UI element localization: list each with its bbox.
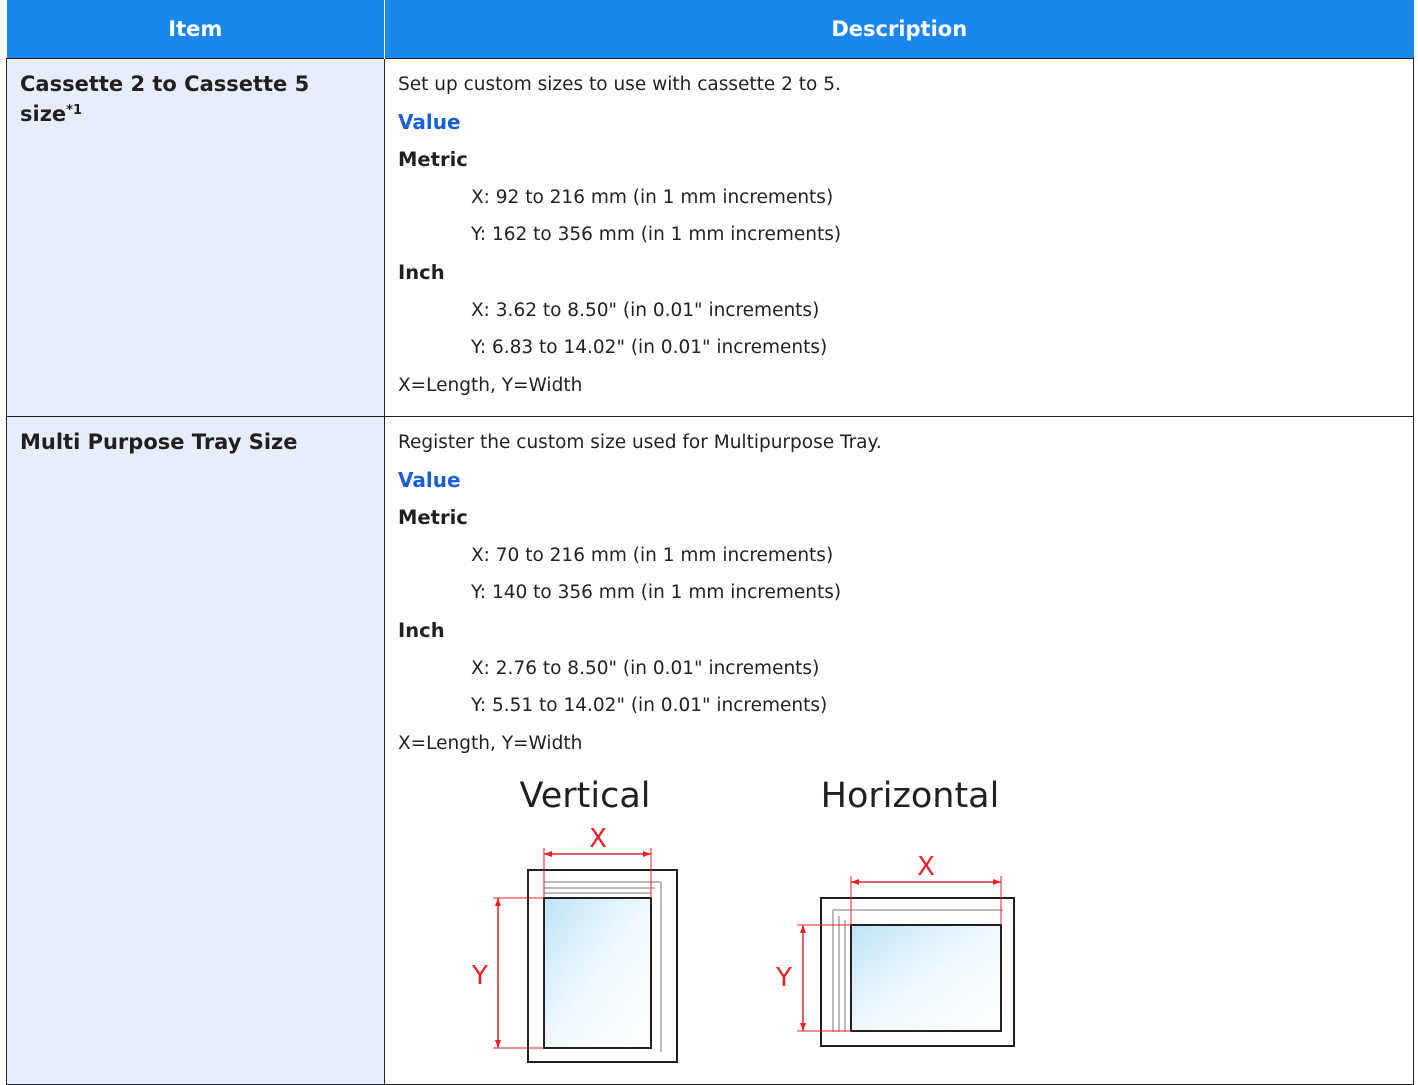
description-cell: Register the custom size used for Multip… <box>384 416 1414 1085</box>
arrowhead <box>643 851 651 858</box>
horizontal-diagram: Horizontal X Y <box>775 776 1015 1048</box>
metric-x-range: X: 92 to 216 mm (in 1 mm increments) <box>471 186 834 208</box>
value-heading: Value <box>398 109 461 134</box>
description-text: Register the custom size used for Multip… <box>398 432 882 453</box>
arrowhead <box>800 1023 806 1032</box>
vertical-diagram: Vertical X Y <box>471 776 678 1064</box>
item-label: Multi Purpose Tray Size <box>7 417 384 455</box>
page: Item Description Cassette 2 to Cassette … <box>6 0 1414 1085</box>
inch-y-range: Y: 6.83 to 14.02" (in 0.01" increments) <box>471 337 828 359</box>
footnote-marker: *1 <box>66 103 83 118</box>
item-name: Cassette 2 to Cassette 5 size <box>20 72 310 126</box>
horizontal-y-label: Y <box>775 963 792 993</box>
arrowhead <box>993 879 1001 886</box>
horizontal-x-label: X <box>917 852 935 882</box>
axis-note: X=Length, Y=Width <box>398 732 583 754</box>
horizontal-label: Horizontal <box>821 776 1000 816</box>
table-row-cassette-size: Cassette 2 to Cassette 5 size*1 Set up c… <box>6 58 1414 417</box>
vertical-y-label: Y <box>471 961 488 991</box>
metric-heading: Metric <box>398 148 468 172</box>
description-cell: Set up custom sizes to use with cassette… <box>384 58 1414 417</box>
vertical-paper <box>543 897 652 1050</box>
table-row-mp-tray-size: Multi Purpose Tray Size Register the cus… <box>6 416 1414 1085</box>
inch-x-range: X: 3.62 to 8.50" (in 0.01" increments) <box>471 299 820 321</box>
horizontal-paper <box>850 924 1002 1033</box>
metric-y-range: Y: 162 to 356 mm (in 1 mm increments) <box>471 224 842 246</box>
vertical-x-label: X <box>589 824 607 854</box>
item-cell: Multi Purpose Tray Size <box>6 416 385 1085</box>
paper-orientation-diagram: Vertical X Y Horizontal X Y <box>385 762 1413 1082</box>
item-cell: Cassette 2 to Cassette 5 size*1 <box>6 58 385 417</box>
metric-y-range: Y: 140 to 356 mm (in 1 mm increments) <box>471 582 842 604</box>
axis-note: X=Length, Y=Width <box>398 374 583 396</box>
metric-heading: Metric <box>398 506 468 530</box>
inch-x-range: X: 2.76 to 8.50" (in 0.01" increments) <box>471 657 820 679</box>
spec-table: Item Description Cassette 2 to Cassette … <box>6 0 1414 1085</box>
arrowhead <box>851 879 859 886</box>
arrowhead <box>544 851 552 858</box>
item-name: Multi Purpose Tray Size <box>20 430 298 454</box>
table-header-row: Item Description <box>6 0 1414 59</box>
description-text: Set up custom sizes to use with cassette… <box>398 74 841 95</box>
arrowhead <box>800 925 806 934</box>
vertical-label: Vertical <box>519 776 650 816</box>
column-header-description: Description <box>384 0 1414 59</box>
inch-heading: Inch <box>398 618 445 642</box>
item-label: Cassette 2 to Cassette 5 size*1 <box>7 59 384 127</box>
metric-x-range: X: 70 to 216 mm (in 1 mm increments) <box>471 544 834 566</box>
arrowhead <box>495 1040 501 1049</box>
orientation-diagram-svg: Vertical X Y Horizontal X Y <box>471 776 1015 1064</box>
inch-y-range: Y: 5.51 to 14.02" (in 0.01" increments) <box>471 695 828 717</box>
inch-heading: Inch <box>398 260 445 284</box>
value-heading: Value <box>398 467 461 492</box>
arrowhead <box>495 898 501 907</box>
column-header-item: Item <box>6 0 385 59</box>
